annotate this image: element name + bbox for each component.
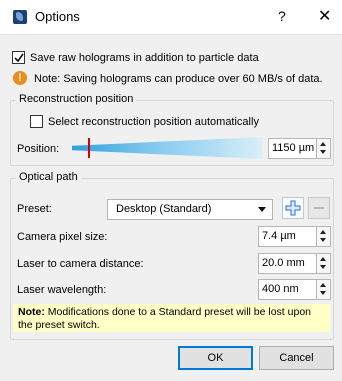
chevron-down-icon [258, 207, 266, 212]
app-icon [13, 10, 27, 24]
camera-pixel-size-stepper[interactable] [316, 226, 331, 247]
optical-path-title: Optical path [16, 171, 81, 183]
auto-position-label: Select reconstruction position automatic… [48, 116, 259, 128]
position-value: 1150 µm [272, 142, 315, 154]
laser-wavelength-stepper[interactable] [316, 279, 331, 300]
save-raw-holograms-label: Save raw holograms in addition to partic… [30, 52, 259, 64]
title-bar: Options ? ✕ [0, 0, 342, 35]
save-raw-holograms-checkbox[interactable] [12, 51, 25, 64]
laser-distance-spinbox[interactable]: 20.0 mm [258, 253, 331, 274]
preset-select[interactable]: Desktop (Standard) [107, 199, 273, 220]
preset-value: Desktop (Standard) [116, 203, 212, 215]
modification-note-text: Modifications done to a Standard preset … [18, 306, 312, 331]
modification-note: Note: Modifications done to a Standard p… [13, 304, 330, 332]
position-spinbox[interactable]: 1150 µm [268, 138, 331, 159]
camera-pixel-size-label: Camera pixel size: [17, 231, 108, 243]
warning-note: Note: Saving holograms can produce over … [34, 73, 323, 85]
laser-wavelength-label: Laser wavelength: [17, 284, 107, 296]
laser-distance-value: 20.0 mm [262, 257, 305, 269]
add-preset-button[interactable] [282, 197, 304, 219]
reconstruction-position-title: Reconstruction position [16, 93, 137, 105]
plus-icon [285, 200, 301, 216]
position-label: Position: [17, 143, 60, 155]
laser-wavelength-spinbox[interactable]: 400 nm [258, 279, 331, 300]
auto-position-checkbox[interactable] [30, 115, 43, 128]
help-icon[interactable]: ? [278, 8, 286, 24]
cancel-button[interactable]: Cancel [259, 346, 334, 370]
position-slider-handle[interactable] [88, 138, 90, 158]
laser-wavelength-value: 400 nm [262, 283, 299, 295]
window-title: Options [35, 9, 80, 24]
preset-label: Preset: [17, 203, 52, 215]
ok-button[interactable]: OK [178, 346, 253, 370]
position-stepper[interactable] [316, 138, 331, 159]
camera-pixel-size-value: 7.4 µm [262, 230, 296, 242]
remove-preset-button[interactable] [308, 197, 330, 219]
camera-pixel-size-spinbox[interactable]: 7.4 µm [258, 226, 331, 247]
laser-distance-label: Laser to camera distance: [17, 258, 144, 270]
modification-note-bold: Note: [18, 306, 45, 318]
close-icon[interactable]: ✕ [318, 6, 331, 26]
checkmark-icon [14, 53, 24, 63]
laser-distance-stepper[interactable] [316, 253, 331, 274]
warning-icon: ! [13, 71, 27, 85]
